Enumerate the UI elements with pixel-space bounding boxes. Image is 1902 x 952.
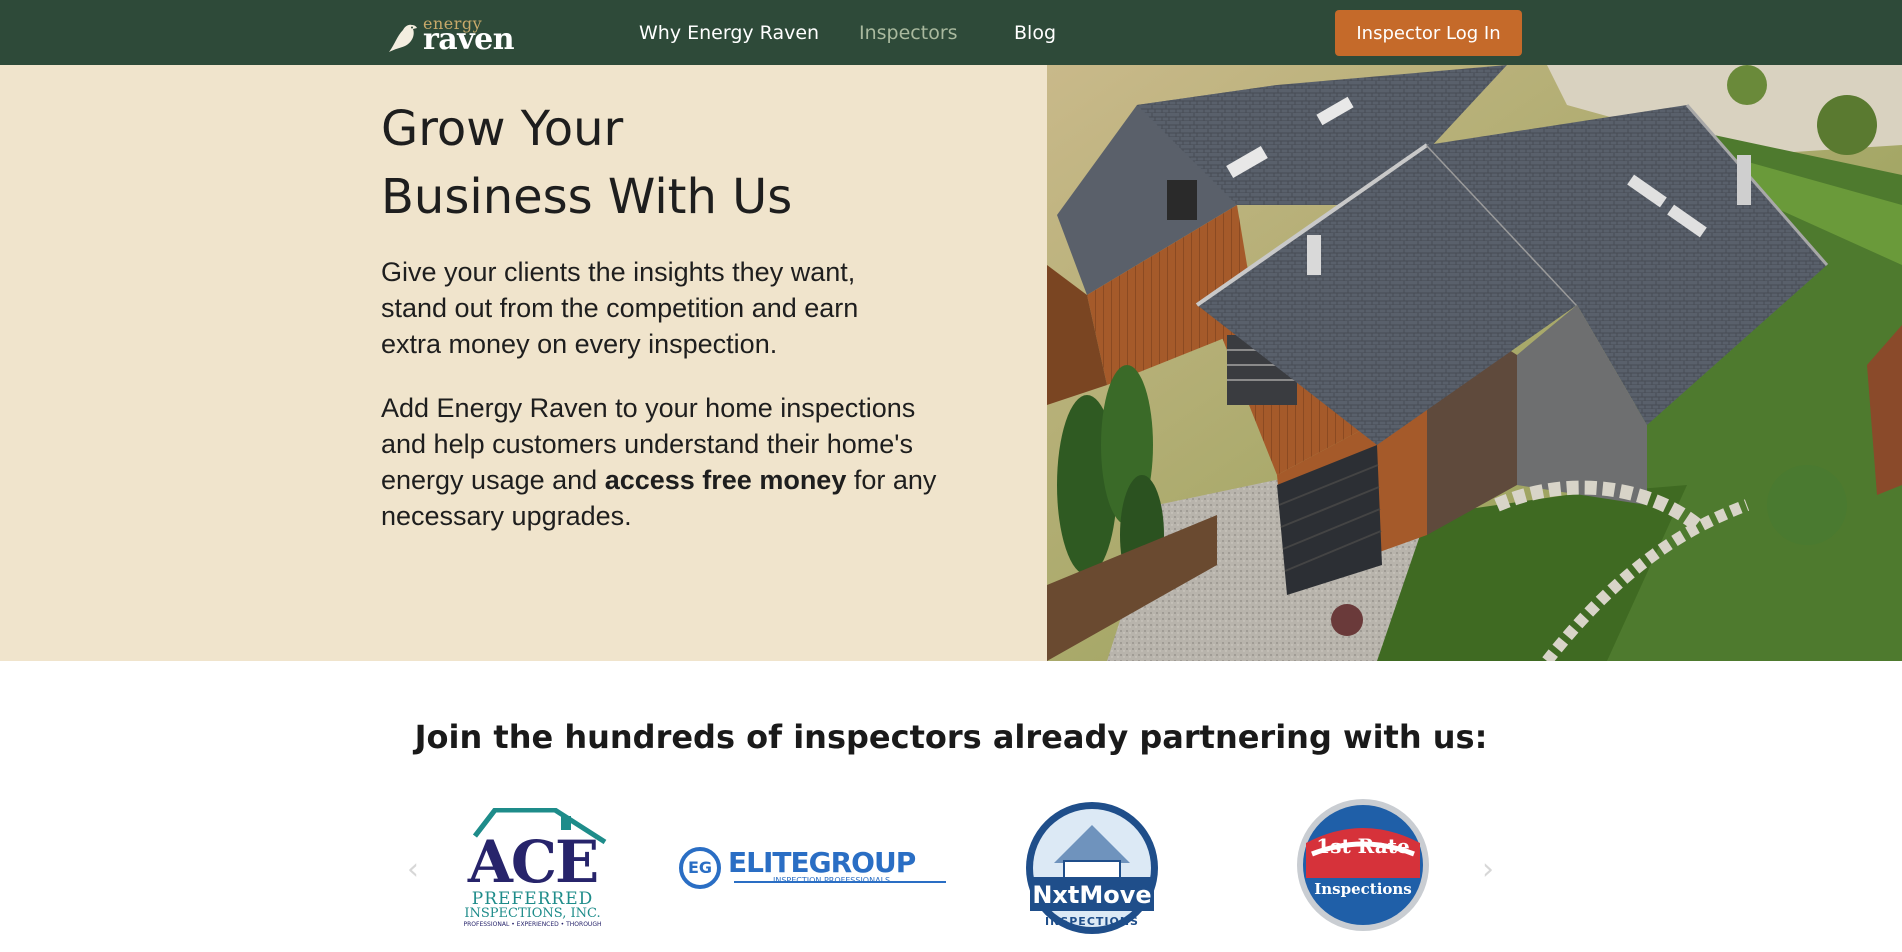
hero-paragraph-1: Give your clients the insights they want… (381, 257, 859, 359)
elitegroup-badge-text: EG (687, 858, 713, 877)
hero-title-line-1: Grow Your (381, 101, 624, 157)
ace-name: ACE (467, 828, 599, 896)
first-rate-tagline: Inspections (1314, 880, 1412, 898)
logo-text-raven: raven (423, 22, 515, 57)
first-rate-name: 1st Rate (1316, 834, 1410, 858)
top-navigation: energy raven Why Energy Raven Inspectors… (0, 0, 1902, 65)
partner-logo-elitegroup[interactable]: EG ELITEGROUP INSPECTION PROFESSIONALS (678, 846, 946, 890)
nav-link-inspectors[interactable]: Inspectors (859, 22, 958, 44)
elitegroup-name: ELITEGROUP (728, 846, 916, 879)
energy-raven-logo[interactable]: energy raven (385, 14, 525, 57)
partner-logo-nxtmove[interactable]: NxtMove INSPECTIONS (1026, 797, 1158, 939)
carousel-next-arrow[interactable]: › (1482, 852, 1494, 887)
nxtmove-name: NxtMove (1032, 881, 1152, 909)
hero-paragraph-2-bold: access free money (604, 465, 847, 495)
elitegroup-underline (734, 881, 946, 883)
nav-link-blog[interactable]: Blog (1014, 22, 1056, 44)
nxtmove-tagline: INSPECTIONS (1045, 915, 1139, 928)
ace-line3: INSPECTIONS, INC. (464, 906, 601, 921)
ace-tagline: PROFESSIONAL • EXPERIENCED • THOROUGH (463, 921, 602, 928)
inspector-login-button[interactable]: Inspector Log In (1335, 10, 1522, 56)
raven-icon (389, 24, 417, 52)
hero-title-line-2: Business With Us (381, 169, 793, 225)
nav-link-why-energy-raven[interactable]: Why Energy Raven (639, 22, 819, 44)
partner-logo-1st-rate[interactable]: 1st Rate Inspections (1296, 798, 1430, 932)
partners-heading: Join the hundreds of inspectors already … (414, 718, 1488, 756)
hero-paragraph-2: Add Energy Raven to your home inspection… (381, 390, 941, 534)
hero-title: Grow Your Business With Us (381, 95, 981, 231)
partner-logo-ace[interactable]: ACE PREFERRED INSPECTIONS, INC. PROFESSI… (455, 807, 610, 932)
hero-house-image (1047, 65, 1902, 661)
house-aerial-illustration (1047, 65, 1902, 661)
first-rate-badge-icon (1297, 799, 1429, 931)
carousel-prev-arrow[interactable]: ‹ (407, 852, 419, 887)
